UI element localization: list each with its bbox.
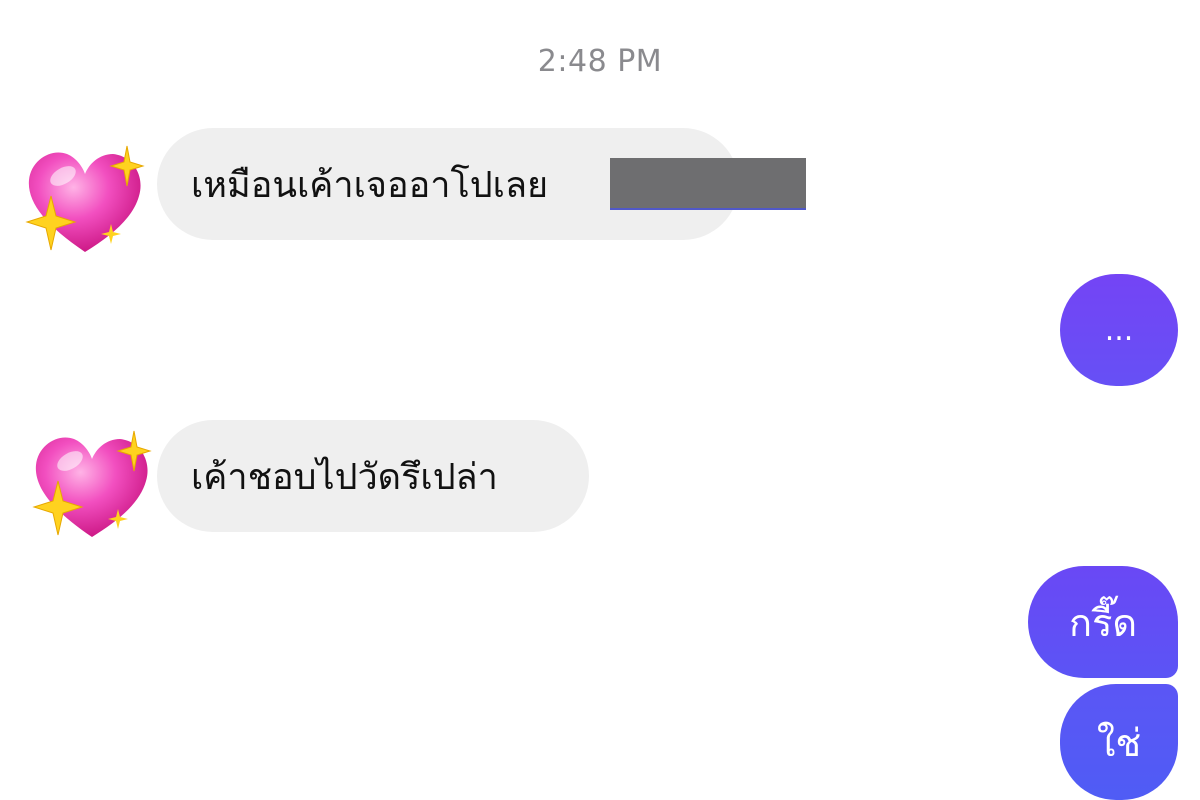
outgoing-message-bubble[interactable]: กรี๊ด [1028, 566, 1178, 678]
message-text: ... [1104, 312, 1134, 348]
message-text: กรี๊ด [1068, 600, 1138, 645]
incoming-message-bubble[interactable]: เค้าชอบไปวัดรึเปล่า [157, 420, 589, 532]
sparkling-heart-icon[interactable] [15, 140, 145, 260]
message-text: เหมือนเค้าเจออาโปเลย [191, 164, 549, 206]
outgoing-message-bubble[interactable]: ใช่ [1060, 684, 1178, 800]
message-text: เค้าชอบไปวัดรึเปล่า [191, 456, 498, 498]
message-timestamp: 2:48 PM [537, 44, 663, 79]
message-text: ใช่ [1096, 720, 1142, 765]
sparkling-heart-icon[interactable] [22, 425, 152, 545]
outgoing-message-bubble[interactable]: ... [1060, 274, 1178, 386]
chat-thread: 2:48 PM เหมือนเค้าเจออาโปเลย ... เค้าชอบ… [0, 0, 1200, 800]
redaction-block [610, 158, 806, 210]
